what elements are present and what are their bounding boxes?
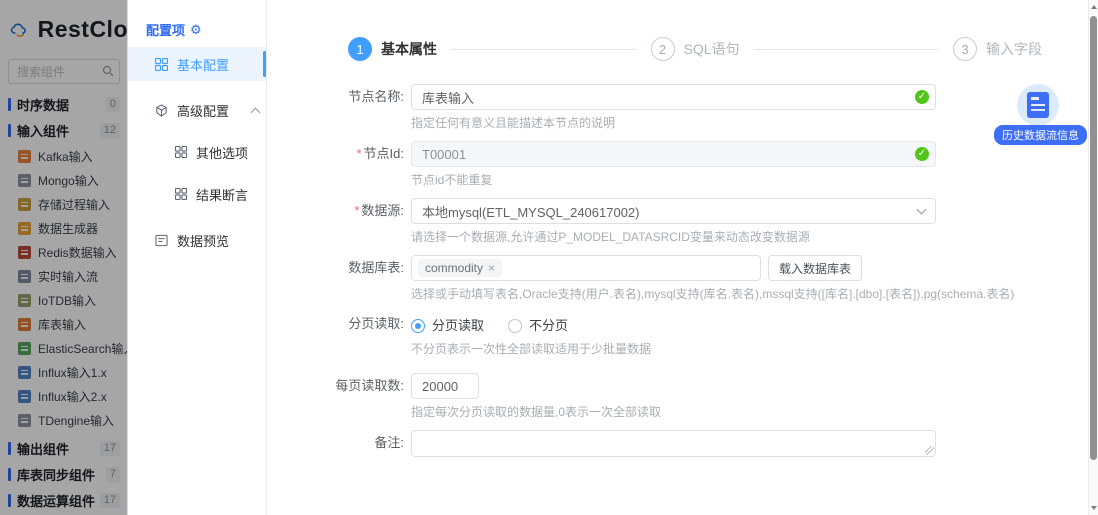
menu-item-result-assert[interactable]: 结果断言: [128, 177, 266, 211]
step-connector: [451, 49, 637, 50]
node-id-label: *节点Id:: [268, 141, 411, 167]
step-label: 输入字段: [986, 39, 1042, 59]
menu-item-data-preview[interactable]: 数据预览: [128, 223, 266, 257]
node-name-label: 节点名称:: [268, 84, 411, 110]
config-panel-title: 配置项 ⚙: [128, 0, 266, 47]
node-name-help: 指定任何有意义且能描述本节点的说明: [411, 114, 1088, 131]
radio-label: 不分页: [529, 317, 568, 335]
document-preview-icon: [155, 234, 168, 247]
db-table-help: 选择或手动填写表名,Oracle支持(用户.表名),mysql支持(库名.表名)…: [411, 285, 1088, 302]
radio-unselected-icon: [508, 319, 522, 333]
page-size-label: 每页读取数:: [268, 373, 411, 399]
modal-dim-overlay: [0, 0, 128, 515]
paging-help: 不分页表示一次性全部读取适用于少批量数据: [411, 340, 1088, 357]
node-id-help: 节点id不能重复: [411, 171, 1088, 188]
gear-icon[interactable]: ⚙: [190, 23, 202, 36]
config-title-text: 配置项: [146, 20, 185, 39]
menu-item-other-options[interactable]: 其他选项: [128, 135, 266, 169]
radio-no-paging[interactable]: 不分页: [508, 317, 568, 335]
datasource-help: 请选择一个数据源,允许通过P_MODEL_DATASRCID变量来动态改变数据源: [411, 228, 1088, 245]
datasource-selected-value: 本地mysql(ETL_MYSQL_240617002): [422, 202, 640, 221]
radio-selected-icon: [411, 319, 425, 333]
steps-bar: 1 基本属性 2 SQL语句 3 输入字段: [348, 37, 1042, 61]
config-form-area: 1 基本属性 2 SQL语句 3 输入字段 节点名称: ✓: [268, 0, 1088, 515]
paging-label: 分页读取:: [268, 312, 411, 336]
scroll-up-arrow[interactable]: [1090, 2, 1098, 12]
required-asterisk: *: [356, 146, 361, 161]
remark-label: 备注:: [268, 430, 411, 462]
db-table-tag-input[interactable]: commodity ×: [411, 255, 761, 281]
menu-label: 其他选项: [196, 143, 248, 162]
required-asterisk: *: [354, 203, 359, 218]
db-table-label: 数据库表:: [268, 255, 411, 281]
menu-item-advanced-config[interactable]: 高级配置: [128, 93, 266, 127]
scroll-down-arrow[interactable]: [1090, 503, 1098, 513]
history-widget-label: 历史数据流信息: [994, 125, 1087, 145]
textarea-resize-handle[interactable]: [925, 446, 934, 455]
datasource-select[interactable]: 本地mysql(ETL_MYSQL_240617002): [411, 198, 936, 224]
step-sql-statement[interactable]: 2 SQL语句: [651, 37, 740, 61]
page-size-help: 指定每次分页读取的数据量,0表示一次全部读取: [411, 403, 1088, 420]
vertical-scrollbar[interactable]: [1088, 0, 1098, 515]
node-config-form: 节点名称: ✓ 指定任何有意义且能描述本节点的说明 *节点Id: ✓: [268, 84, 1088, 462]
radio-paged-read[interactable]: 分页读取: [411, 317, 484, 335]
step-number: 3: [953, 37, 977, 61]
step-basic-attributes[interactable]: 1 基本属性: [348, 37, 437, 61]
grid-icon: [155, 58, 168, 71]
menu-label: 数据预览: [177, 231, 229, 250]
component-sidebar: RestClo 时序数据 0 输入组件 12 Kafka输入 Mongo输入 存…: [0, 0, 128, 515]
menu-item-basic-config[interactable]: 基本配置: [128, 47, 266, 81]
history-icon-circle: [1017, 84, 1059, 126]
grid-icon: [175, 188, 187, 200]
valid-check-icon: ✓: [915, 147, 929, 161]
scrollbar-thumb[interactable]: [1090, 16, 1097, 460]
menu-label: 高级配置: [177, 101, 229, 120]
chevron-up-icon[interactable]: [251, 107, 261, 117]
remark-textarea[interactable]: [411, 430, 936, 457]
step-connector: [754, 49, 940, 50]
node-name-input[interactable]: [411, 84, 936, 110]
table-tag: commodity ×: [418, 259, 502, 277]
tag-close-icon[interactable]: ×: [488, 261, 495, 275]
radio-label: 分页读取: [432, 317, 484, 335]
step-label: SQL语句: [684, 39, 740, 59]
config-panel: 配置项 ⚙ 基本配置 高级配置: [128, 0, 267, 515]
load-db-tables-button[interactable]: 载入数据库表: [768, 255, 862, 281]
valid-check-icon: ✓: [915, 90, 929, 104]
menu-label: 结果断言: [196, 185, 248, 204]
step-number: 2: [651, 37, 675, 61]
history-dataflow-widget[interactable]: 历史数据流信息: [994, 84, 1082, 145]
menu-label: 基本配置: [177, 55, 229, 74]
table-tag-text: commodity: [425, 261, 483, 275]
step-input-fields[interactable]: 3 输入字段: [953, 37, 1042, 61]
datasource-label: *数据源:: [268, 198, 411, 224]
history-document-icon: [1027, 92, 1049, 118]
grid-icon: [175, 146, 187, 158]
chevron-down-icon: [917, 205, 927, 215]
step-number: 1: [348, 37, 372, 61]
node-id-input[interactable]: [411, 141, 936, 167]
app-window: RestClo 时序数据 0 输入组件 12 Kafka输入 Mongo输入 存…: [0, 0, 1098, 515]
cube-icon: [155, 104, 168, 117]
step-label: 基本属性: [381, 39, 437, 59]
page-size-input[interactable]: [411, 373, 479, 399]
